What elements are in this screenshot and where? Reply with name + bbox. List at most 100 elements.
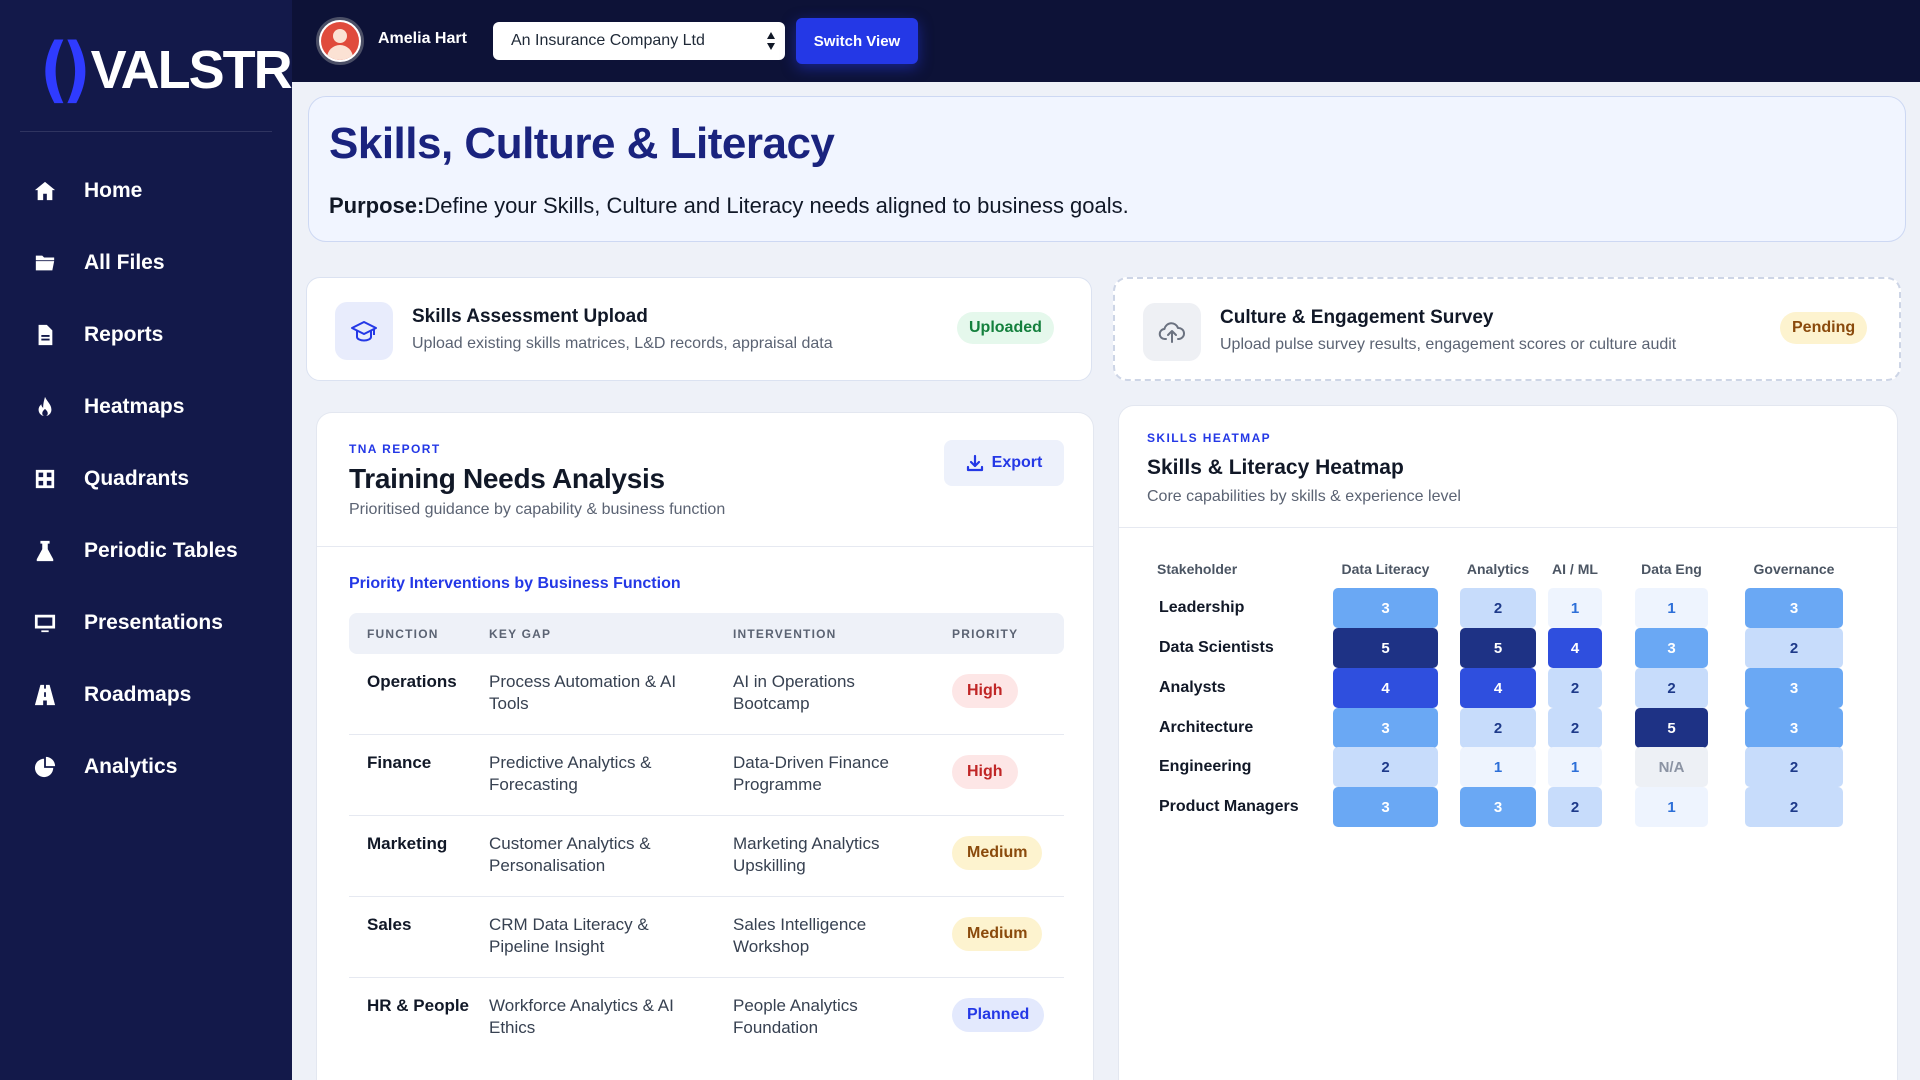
- sidebar-item-periodic-tables[interactable]: Periodic Tables: [0, 515, 292, 587]
- sidebar-item-reports[interactable]: Reports: [0, 299, 292, 371]
- table-row[interactable]: Finance Predictive Analytics & Forecasti…: [349, 735, 1064, 816]
- heatmap-cell[interactable]: 2: [1548, 668, 1602, 708]
- tna-title: Training Needs Analysis: [349, 463, 665, 494]
- heatmap-cell[interactable]: 3: [1745, 668, 1843, 708]
- sidebar-item-label: Quadrants: [84, 467, 190, 490]
- function-cell: Marketing: [367, 834, 448, 853]
- valstr-logo[interactable]: () VALSTR: [40, 34, 293, 105]
- heatmap-cell[interactable]: 3: [1460, 787, 1536, 827]
- culture-engagement-survey-card[interactable]: Culture & Engagement Survey Upload pulse…: [1113, 277, 1901, 381]
- heatmap-cell[interactable]: 5: [1460, 628, 1536, 668]
- divider: [317, 546, 1093, 547]
- heatmap-row-label: Data Scientists: [1159, 639, 1274, 656]
- heatmap-cell[interactable]: 2: [1460, 708, 1536, 748]
- flask-icon: [34, 540, 56, 562]
- sidebar-item-quadrants[interactable]: Quadrants: [0, 443, 292, 515]
- heatmap-cell[interactable]: 2: [1548, 708, 1602, 748]
- heatmap-cell[interactable]: 2: [1333, 747, 1438, 787]
- section-title: Priority Interventions by Business Funct…: [349, 575, 681, 592]
- sidebar-item-label: Presentations: [84, 611, 223, 634]
- purpose-label: Purpose:: [329, 193, 425, 218]
- sidebar-item-heatmaps[interactable]: Heatmaps: [0, 371, 292, 443]
- heatmap-cell[interactable]: 4: [1460, 668, 1536, 708]
- folder-icon: [34, 252, 56, 274]
- export-button[interactable]: Export: [944, 440, 1064, 486]
- flame-icon: [34, 396, 56, 418]
- heatmap-cell[interactable]: 3: [1745, 588, 1843, 628]
- cloud-upload-icon: [1143, 303, 1201, 361]
- heatmap-column-header: AI / ML: [1552, 561, 1598, 577]
- heatmap-cell[interactable]: 1: [1460, 747, 1536, 787]
- heatmap-cell[interactable]: 2: [1548, 787, 1602, 827]
- priority-badge: Planned: [952, 998, 1045, 1032]
- key-gap-cell: Predictive Analytics & Forecasting: [489, 753, 652, 794]
- upload-card-description: Upload pulse survey results, engagement …: [1220, 336, 1677, 353]
- tna-subtitle: Prioritised guidance by capability & bus…: [349, 501, 726, 518]
- heatmap-cell[interactable]: 2: [1460, 588, 1536, 628]
- heatmap-cell[interactable]: 1: [1635, 588, 1708, 628]
- heatmap-cell[interactable]: N/A: [1635, 747, 1708, 787]
- graduation-cap-icon: [335, 302, 393, 360]
- tna-eyebrow: TNA REPORT: [349, 442, 441, 456]
- heatmap-cell[interactable]: 4: [1333, 668, 1438, 708]
- avatar[interactable]: [316, 17, 364, 65]
- column-header: PRIORITY: [952, 627, 1019, 641]
- heatmap-cell[interactable]: 3: [1745, 708, 1843, 748]
- home-icon: [34, 180, 56, 202]
- intervention-cell: People Analytics Foundation: [733, 996, 858, 1037]
- heatmap-title: Skills & Literacy Heatmap: [1147, 456, 1404, 479]
- heatmap-cell[interactable]: 4: [1548, 628, 1602, 668]
- sidebar-item-label: Analytics: [84, 755, 178, 778]
- heatmap-cell[interactable]: 3: [1333, 708, 1438, 748]
- column-header: INTERVENTION: [733, 627, 837, 641]
- heatmap-cell[interactable]: 1: [1548, 747, 1602, 787]
- sidebar-item-roadmaps[interactable]: Roadmaps: [0, 659, 292, 731]
- heatmap-cell[interactable]: 2: [1635, 668, 1708, 708]
- logo-mark: (): [40, 27, 91, 112]
- company-select[interactable]: An Insurance Company Ltd: [493, 22, 785, 60]
- switch-view-button[interactable]: Switch View: [796, 18, 918, 64]
- sidebar-item-label: All Files: [84, 251, 165, 274]
- sidebar-item-label: Roadmaps: [84, 683, 192, 706]
- function-cell: HR & People: [367, 996, 470, 1015]
- heatmap-cell[interactable]: 3: [1333, 588, 1438, 628]
- heatmap-cell[interactable]: 2: [1745, 747, 1843, 787]
- table-row[interactable]: Marketing Customer Analytics & Personali…: [349, 816, 1064, 897]
- monitor-icon: [34, 612, 56, 634]
- user-name: Amelia Hart: [378, 30, 467, 47]
- heatmap-cell[interactable]: 2: [1745, 628, 1843, 668]
- intervention-cell: AI in Operations Bootcamp: [733, 672, 855, 713]
- function-cell: Operations: [367, 672, 457, 691]
- heatmap-cell[interactable]: 2: [1745, 787, 1843, 827]
- sidebar-item-analytics[interactable]: Analytics: [0, 731, 292, 803]
- status-badge: Pending: [1780, 312, 1868, 344]
- table-row[interactable]: Sales CRM Data Literacy & Pipeline Insig…: [349, 897, 1064, 978]
- heatmap-cell[interactable]: 1: [1548, 588, 1602, 628]
- pie-chart-icon: [34, 756, 56, 778]
- heatmap-cell[interactable]: 5: [1333, 628, 1438, 668]
- purpose-text: Define your Skills, Culture and Literacy…: [424, 193, 1129, 218]
- sidebar-item-all-files[interactable]: All Files: [0, 227, 292, 299]
- upload-card-title: Culture & Engagement Survey: [1220, 307, 1494, 328]
- column-header: FUNCTION: [367, 627, 439, 641]
- intervention-cell: Data-Driven Finance Programme: [733, 753, 889, 794]
- heatmap-cell[interactable]: 3: [1333, 787, 1438, 827]
- table-row[interactable]: Operations Process Automation & AI Tools…: [349, 654, 1064, 735]
- sidebar-item-presentations[interactable]: Presentations: [0, 587, 292, 659]
- sidebar-item-home[interactable]: Home: [0, 155, 292, 227]
- column-header: KEY GAP: [489, 627, 552, 641]
- key-gap-cell: Workforce Analytics & AI Ethics: [489, 996, 674, 1037]
- skills-assessment-upload-card[interactable]: Skills Assessment Upload Upload existing…: [306, 277, 1092, 381]
- status-badge: Uploaded: [957, 312, 1054, 344]
- priority-interventions-table: FUNCTION KEY GAP INTERVENTION PRIORITY O…: [349, 613, 1064, 1059]
- heatmap-cell[interactable]: 3: [1635, 628, 1708, 668]
- sidebar-item-label: Reports: [84, 323, 164, 346]
- grid-icon: [34, 468, 56, 490]
- tna-report-card: TNA REPORT Training Needs Analysis Prior…: [316, 412, 1094, 1080]
- sidebar-item-label: Heatmaps: [84, 395, 185, 418]
- heatmap-cell[interactable]: 5: [1635, 708, 1708, 748]
- heatmap-cell[interactable]: 1: [1635, 787, 1708, 827]
- table-row[interactable]: HR & People Workforce Analytics & AI Eth…: [349, 978, 1064, 1059]
- heatmap-column-header: Data Eng: [1641, 561, 1702, 577]
- heatmap-column-header: Data Literacy: [1341, 561, 1430, 577]
